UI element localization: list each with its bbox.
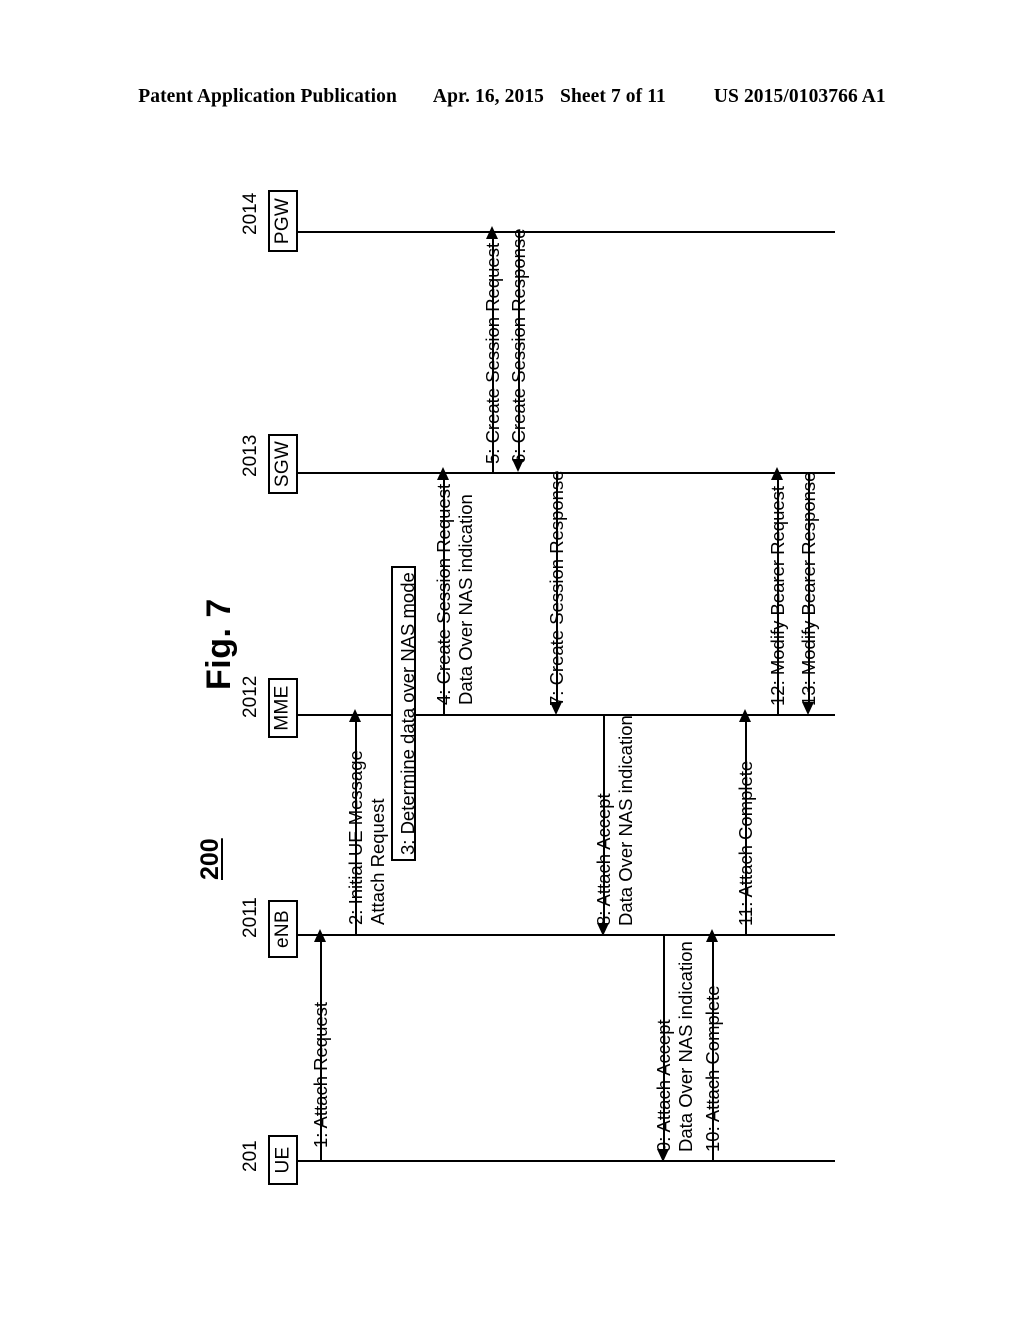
message-label-2-line1: 2: Initial UE Message bbox=[345, 750, 366, 925]
figure-canvas: Fig. 7 200 2014 PGW 2013 SGW 2012 MME 20… bbox=[0, 0, 1024, 1320]
message-label-8-line2: Data Over NAS indication bbox=[615, 715, 636, 926]
message-label-5: 5: Create Session Request bbox=[482, 242, 503, 464]
message-arrowhead-12 bbox=[770, 467, 783, 480]
message-label-13: 13: Modify Bearer Response bbox=[798, 471, 819, 706]
lifeline-label-pgw: PGW bbox=[272, 197, 294, 245]
lifeline-label-ue: UE bbox=[272, 1146, 293, 1174]
message-label-7: 7: Create Session Response bbox=[546, 470, 567, 707]
message-arrowhead-10 bbox=[705, 929, 718, 942]
message-label-8-line1: 8: Attach Accept bbox=[593, 793, 614, 926]
figure-title: Fig. 7 bbox=[200, 598, 238, 690]
message-label-2-line2: Attach Request bbox=[367, 798, 388, 926]
message-label-4-line1: 4: Create Session Request bbox=[433, 483, 454, 705]
message-arrowhead-5 bbox=[485, 226, 498, 239]
message-arrowhead-11 bbox=[738, 709, 751, 722]
lifeline-ref-2013: 2013 bbox=[240, 434, 261, 477]
lifeline-ue bbox=[298, 1160, 835, 1162]
process-box-3: 3: Determine data over NAS mode bbox=[391, 566, 418, 861]
lifeline-box-pgw: PGW bbox=[268, 190, 298, 252]
figure-number: 200 bbox=[196, 838, 224, 880]
process-box-3-label: 3: Determine data over NAS mode bbox=[397, 572, 418, 855]
message-label-10: 10: Attach Complete bbox=[702, 985, 723, 1152]
message-label-9-line2: Data Over NAS indication bbox=[675, 941, 696, 1152]
lifeline-mme bbox=[298, 714, 835, 716]
message-label-4-line2: Data Over NAS indication bbox=[455, 494, 476, 705]
lifeline-box-ue: UE bbox=[268, 1135, 298, 1185]
message-label-11: 11: Attach Complete bbox=[735, 760, 756, 926]
lifeline-box-sgw: SGW bbox=[268, 434, 298, 494]
message-arrowhead-1 bbox=[313, 929, 326, 942]
lifeline-label-enb: eNB bbox=[272, 910, 293, 948]
lifeline-ref-2011: 2011 bbox=[240, 897, 261, 938]
lifeline-ref-201: 201 bbox=[240, 1140, 261, 1172]
message-arrowhead-4 bbox=[436, 467, 449, 480]
message-label-9-line1: 9: Attach Accept bbox=[653, 1019, 674, 1152]
lifeline-box-enb: eNB bbox=[268, 900, 298, 958]
message-label-6: 6: Create Session Response bbox=[508, 228, 529, 465]
lifeline-ref-2012: 2012 bbox=[240, 675, 261, 718]
message-label-12: 12: Modify Bearer Request bbox=[767, 485, 788, 706]
lifeline-box-mme: MME bbox=[268, 678, 298, 738]
message-arrowhead-2 bbox=[348, 709, 361, 722]
lifeline-ref-2014: 2014 bbox=[240, 192, 261, 235]
lifeline-enb bbox=[298, 934, 835, 936]
lifeline-label-sgw: SGW bbox=[272, 440, 294, 488]
lifeline-pgw bbox=[298, 231, 835, 233]
message-label-1: 1: Attach Request bbox=[310, 1001, 331, 1148]
lifeline-label-mme: MME bbox=[272, 685, 294, 731]
